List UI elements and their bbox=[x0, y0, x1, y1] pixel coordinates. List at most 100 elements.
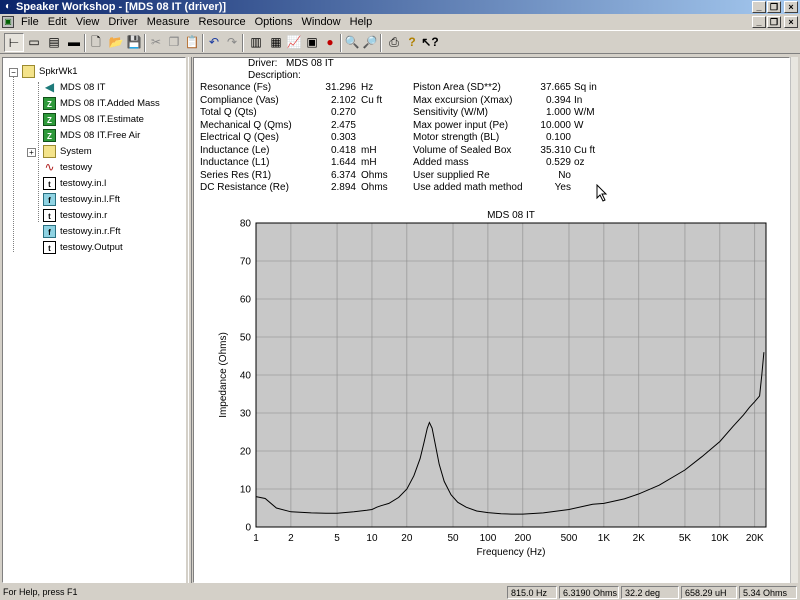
import-icon[interactable]: ▦ bbox=[266, 33, 286, 52]
chart-view-icon[interactable]: 📈 bbox=[284, 33, 304, 52]
redo-icon[interactable]: ↷ bbox=[222, 33, 242, 52]
save-icon[interactable]: 💾 bbox=[124, 33, 144, 52]
y-tick-label: 80 bbox=[240, 219, 252, 230]
collapse-toggle[interactable]: − bbox=[9, 68, 18, 77]
expand-toggle[interactable]: + bbox=[27, 148, 36, 157]
tree-view-icon[interactable]: ⊢ bbox=[4, 33, 24, 52]
status-help-text: For Help, press F1 bbox=[3, 587, 78, 597]
toolbar-separator bbox=[242, 34, 244, 52]
toolbar: ⊢ ▭ ▤ ▬ 🗋 📂 💾 ✂ ❐ 📋 ↶ ↷ ▥ ▦ 📈 ▣ ● 🔍 🔎 ⎙ … bbox=[0, 30, 800, 54]
y-tick-label: 70 bbox=[240, 257, 252, 268]
tree-item-added-mass[interactable]: Z MDS 08 IT.Added Mass bbox=[43, 96, 160, 112]
small-icons-view-icon[interactable]: ▭ bbox=[24, 33, 44, 52]
y-tick-labels: 0 10 20 30 40 50 60 70 80 bbox=[240, 219, 252, 534]
doc-restore-button[interactable]: ❐ bbox=[767, 16, 781, 28]
details-view-icon[interactable]: ▬ bbox=[64, 33, 84, 52]
tree-item-testowy-in-r[interactable]: t testowy.in.r bbox=[43, 208, 107, 224]
print-icon[interactable]: ⎙ bbox=[384, 33, 404, 52]
fft-f-icon: f bbox=[43, 224, 56, 238]
menu-window[interactable]: Window bbox=[299, 14, 347, 30]
minimize-button[interactable]: _ bbox=[752, 1, 766, 13]
restore-button[interactable]: ❐ bbox=[767, 1, 781, 13]
y-tick-label: 50 bbox=[240, 333, 252, 344]
menu-driver[interactable]: Driver bbox=[105, 14, 143, 30]
menu-resource[interactable]: Resource bbox=[196, 14, 252, 30]
tree-item-label: testowy.in.r.Fft bbox=[60, 226, 121, 237]
menu-options[interactable]: Options bbox=[252, 14, 299, 30]
menu-edit[interactable]: Edit bbox=[45, 14, 73, 30]
zoom-in-icon[interactable]: 🔍 bbox=[342, 33, 362, 52]
window-title: Speaker Workshop - [MDS 08 IT (driver)] bbox=[16, 1, 227, 13]
resource-tree[interactable]: − SpkrWk1 ◀ MDS 08 IT Z MDS 08 IT.Added Ma… bbox=[2, 57, 186, 583]
application-window: ◐ Speaker Workshop - [MDS 08 IT (driver)… bbox=[0, 0, 800, 600]
fft-f-icon: f bbox=[43, 192, 56, 206]
x-tick-label: 2 bbox=[288, 533, 294, 544]
speaker-icon: ◀ bbox=[44, 79, 55, 94]
menu-view[interactable]: View bbox=[73, 14, 106, 30]
x-tick-label: 20K bbox=[746, 533, 764, 544]
text-t-icon: t bbox=[43, 240, 56, 254]
tree-item-testowy-in-l[interactable]: t testowy.in.l bbox=[43, 176, 106, 192]
document-system-menu-icon[interactable]: ▣ bbox=[2, 16, 14, 28]
tree-item-free-air[interactable]: Z MDS 08 IT.Free Air bbox=[43, 128, 140, 144]
doc-minimize-button[interactable]: _ bbox=[752, 16, 766, 28]
tree-item-label: testowy bbox=[60, 162, 93, 173]
tree-item-label: MDS 08 IT.Estimate bbox=[60, 114, 144, 125]
menu-help[interactable]: Help bbox=[347, 14, 379, 30]
impedance-z-icon: Z bbox=[43, 112, 56, 126]
y-tick-label: 40 bbox=[240, 371, 252, 382]
status-frequency: 815.0 Hz bbox=[507, 586, 557, 599]
menu-file[interactable]: File bbox=[18, 14, 45, 30]
x-tick-label: 50 bbox=[447, 533, 459, 544]
folder-icon bbox=[43, 144, 56, 158]
cut-icon[interactable]: ✂ bbox=[146, 33, 166, 52]
zoom-out-icon[interactable]: 🔎 bbox=[360, 33, 380, 52]
context-help-icon[interactable]: ↖? bbox=[420, 33, 440, 52]
copy-icon[interactable]: ❐ bbox=[164, 33, 184, 52]
text-t-icon: t bbox=[43, 208, 56, 222]
y-tick-label: 60 bbox=[240, 295, 252, 306]
tree-item-testowy[interactable]: ∿ testowy bbox=[43, 160, 92, 176]
tree-item-label: testowy.in.r bbox=[60, 210, 108, 221]
signal-wave-icon: ∿ bbox=[44, 159, 55, 174]
print-preview-icon[interactable]: ▣ bbox=[302, 33, 322, 52]
tree-item-testowy-output[interactable]: t testowy.Output bbox=[43, 240, 123, 256]
x-axis-label: Frequency (Hz) bbox=[477, 547, 546, 558]
open-file-icon[interactable]: 📂 bbox=[106, 33, 126, 52]
help-icon[interactable]: ? bbox=[402, 33, 422, 52]
x-tick-label: 100 bbox=[480, 533, 497, 544]
tree-item-label: SpkrWk1 bbox=[39, 66, 78, 77]
y-tick-label: 10 bbox=[240, 485, 252, 496]
tree-item-estimate[interactable]: Z MDS 08 IT.Estimate bbox=[43, 112, 144, 128]
impedance-z-icon: Z bbox=[43, 128, 56, 142]
menu-bar: ▣ File Edit View Driver Measure Resource… bbox=[0, 14, 800, 30]
paste-icon[interactable]: 📋 bbox=[182, 33, 202, 52]
vertical-scrollbar[interactable] bbox=[790, 57, 798, 583]
chart-title: MDS 08 IT bbox=[487, 210, 535, 221]
tree-item-label: MDS 08 IT.Free Air bbox=[60, 130, 141, 141]
tree-item-system[interactable]: System bbox=[43, 144, 92, 160]
tree-item-mds-08-it[interactable]: ◀ MDS 08 IT bbox=[43, 79, 106, 96]
tree-item-testowy-in-l-fft[interactable]: f testowy.in.l.Fft bbox=[43, 192, 120, 208]
status-inductance: 658.29 uH bbox=[681, 586, 737, 599]
y-axis-label: Impedance (Ohms) bbox=[218, 332, 229, 418]
impedance-z-icon: Z bbox=[43, 96, 56, 110]
new-document-icon[interactable]: 🗋 bbox=[86, 33, 106, 52]
toolbar-separator bbox=[380, 34, 382, 52]
status-impedance: 6.3190 Ohms bbox=[559, 586, 619, 599]
x-tick-label: 10K bbox=[711, 533, 729, 544]
tree-root-spkrwk1[interactable]: SpkrWk1 bbox=[22, 64, 78, 80]
doc-close-button[interactable]: × bbox=[784, 16, 798, 28]
tree-item-testowy-in-r-fft[interactable]: f testowy.in.r.Fft bbox=[43, 224, 121, 240]
x-tick-label: 2K bbox=[633, 533, 646, 544]
record-icon[interactable]: ● bbox=[320, 33, 340, 52]
list-view-icon[interactable]: ▤ bbox=[44, 33, 64, 52]
open-folder-icon[interactable]: ▥ bbox=[246, 33, 266, 52]
title-bar[interactable]: ◐ Speaker Workshop - [MDS 08 IT (driver)… bbox=[0, 0, 800, 14]
x-tick-label: 10 bbox=[366, 533, 378, 544]
close-button[interactable]: × bbox=[784, 1, 798, 13]
undo-icon[interactable]: ↶ bbox=[204, 33, 224, 52]
app-icon[interactable]: ◐ bbox=[2, 1, 14, 13]
x-tick-label: 1 bbox=[253, 533, 259, 544]
menu-measure[interactable]: Measure bbox=[144, 14, 196, 30]
